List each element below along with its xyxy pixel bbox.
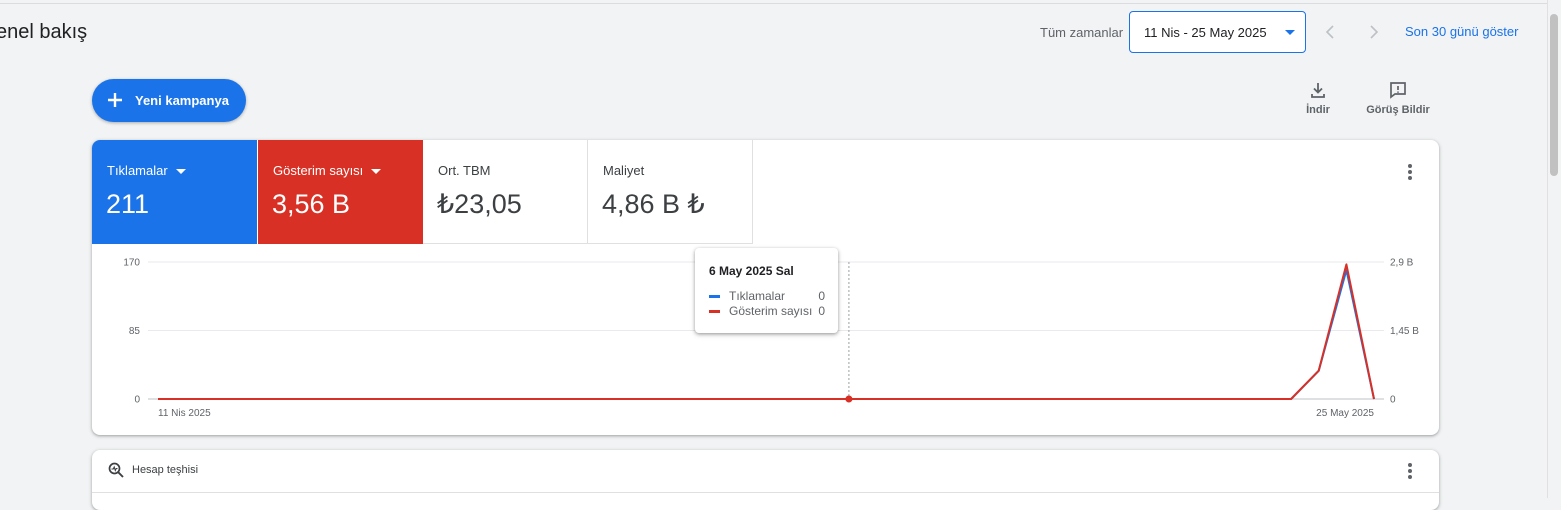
more-vert-icon: [1408, 463, 1412, 479]
page-title: enel bakış: [0, 21, 88, 43]
diagnostics-more-button[interactable]: [1398, 459, 1422, 483]
x-tick-label: 11 Nis 2025: [158, 408, 211, 419]
download-label: İndir: [1306, 104, 1330, 116]
y-tick-label: 170: [123, 258, 140, 269]
y2-tick-label: 0: [1390, 395, 1396, 406]
date-range-value: 11 Nis - 25 May 2025: [1144, 25, 1267, 40]
download-button[interactable]: İndir: [1303, 80, 1333, 116]
tooltip-row-value: 0: [818, 289, 825, 303]
tooltip-row-name: Tıklamalar: [729, 289, 786, 303]
scrollbar-thumb[interactable]: [1550, 14, 1558, 176]
show-last-30-days-link[interactable]: Son 30 günü göster: [1405, 24, 1518, 39]
top-divider: [0, 3, 1547, 4]
y2-tick-label: 2,9 B: [1390, 258, 1414, 269]
chevron-right-icon: [1370, 25, 1379, 39]
diagnostics-title: Hesap teşhisi: [132, 464, 199, 476]
y-tick-label: 85: [129, 326, 141, 337]
dropdown-caret-icon: [1285, 30, 1295, 35]
legend-swatch: [709, 310, 720, 313]
new-campaign-label: Yeni kampanya: [135, 93, 229, 108]
chart-tooltip: 6 May 2025 Sal Tıklamalar 0 Gösterim say…: [695, 248, 838, 333]
date-range-select[interactable]: 11 Nis - 25 May 2025: [1129, 11, 1306, 53]
y-tick-label: 0: [134, 395, 140, 406]
feedback-label: Görüş Bildir: [1366, 104, 1430, 116]
tooltip-row-value: 0: [818, 304, 825, 318]
plus-icon: [108, 93, 122, 107]
tooltip-row-name: Gösterim sayısı: [729, 304, 813, 318]
download-icon: [1311, 83, 1325, 98]
feedback-button[interactable]: Görüş Bildir: [1366, 80, 1430, 116]
divider: [92, 492, 1439, 493]
feedback-icon: [1390, 82, 1406, 99]
x-tick-label: 25 May 2025: [1316, 408, 1374, 419]
new-campaign-button[interactable]: Yeni kampanya: [92, 79, 246, 122]
y2-tick-label: 1,45 B: [1390, 326, 1419, 337]
previous-period-button[interactable]: [1318, 20, 1342, 44]
account-diagnostics-card: Hesap teşhisi: [92, 450, 1439, 510]
chevron-left-icon: [1325, 25, 1334, 39]
legend-swatch: [709, 295, 720, 298]
next-period-button[interactable]: [1362, 20, 1386, 44]
range-label: Tüm zamanlar: [1040, 25, 1124, 40]
diagnostics-search-icon: [108, 462, 124, 478]
hover-point: [845, 395, 853, 403]
tooltip-title: 6 May 2025 Sal: [709, 264, 794, 278]
